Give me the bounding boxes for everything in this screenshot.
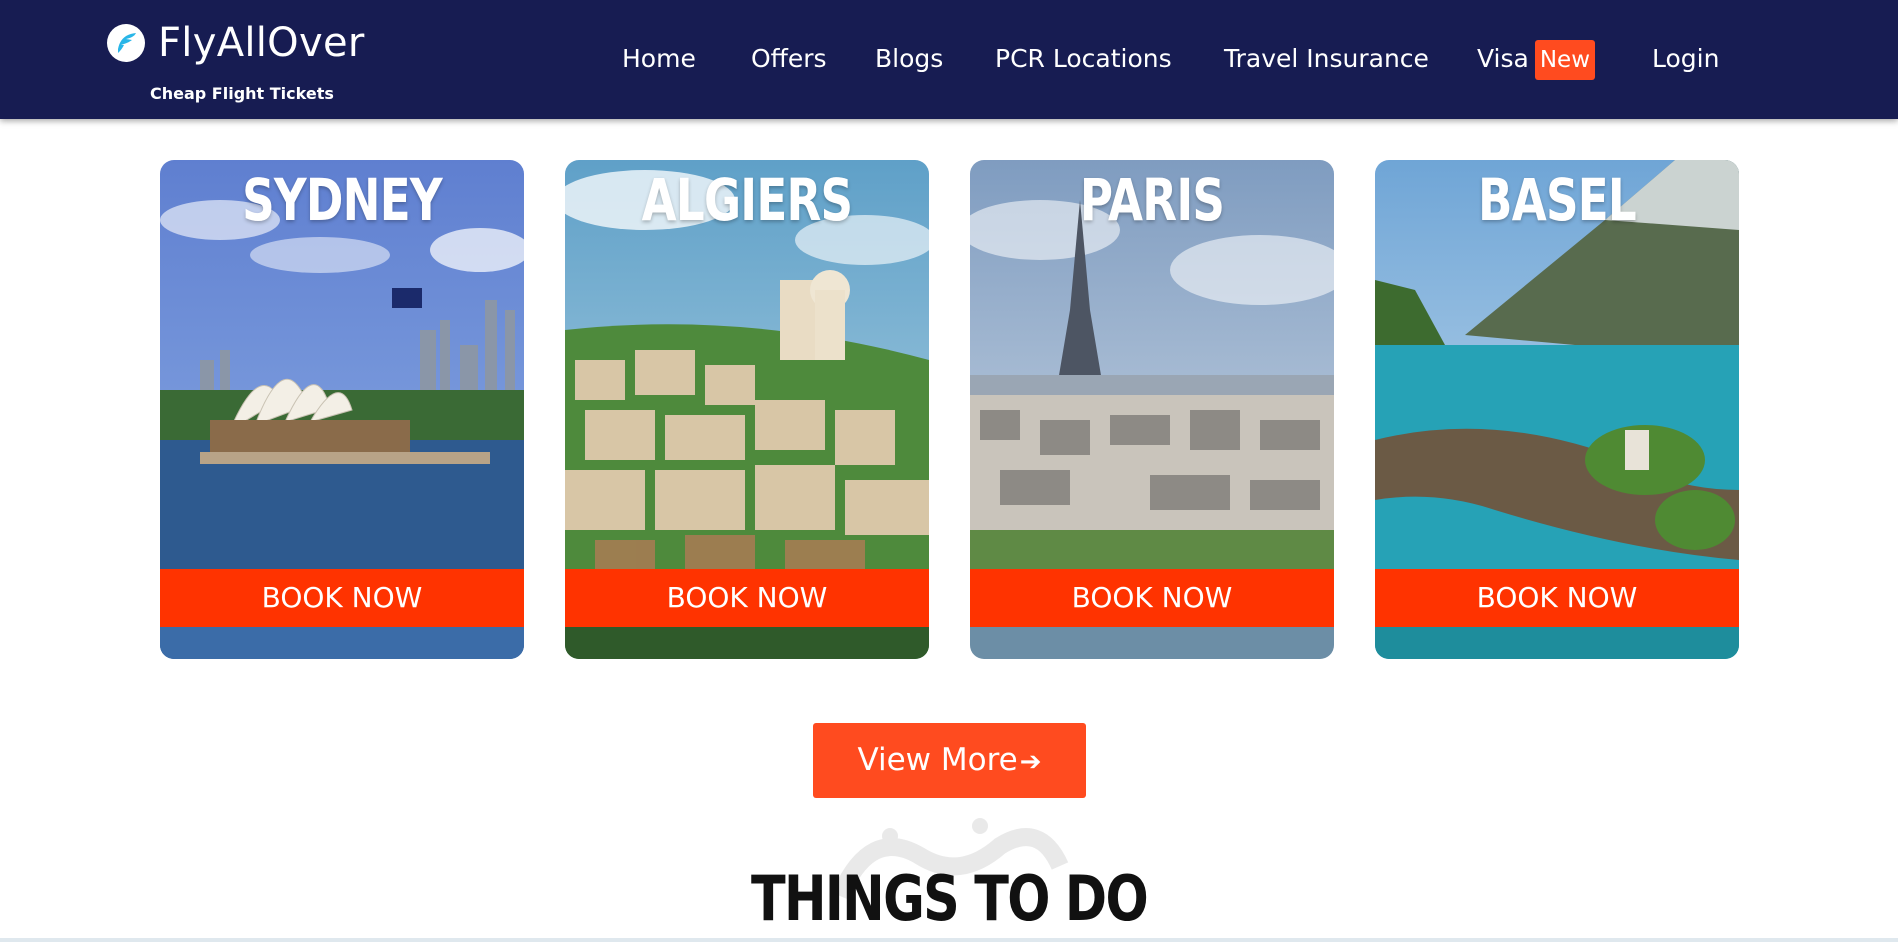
new-badge: New xyxy=(1534,40,1596,80)
nav-pcr-locations[interactable]: PCR Locations xyxy=(995,38,1172,80)
city-title: SYDNEY xyxy=(242,166,443,234)
main-nav: Home Offers Blogs PCR Locations Travel I… xyxy=(0,38,1898,80)
city-title: PARIS xyxy=(1079,166,1225,234)
site-header: FlyAllOver Cheap Flight Tickets Home Off… xyxy=(0,0,1898,119)
nav-travel-insurance[interactable]: Travel Insurance xyxy=(1224,38,1429,80)
destination-card-basel[interactable]: BASEL BOOK NOW xyxy=(1375,160,1739,659)
nav-home[interactable]: Home xyxy=(622,38,696,80)
book-now-button[interactable]: BOOK NOW xyxy=(565,569,929,627)
nav-login[interactable]: Login xyxy=(1652,38,1719,80)
divider xyxy=(0,938,1898,942)
book-now-button[interactable]: BOOK NOW xyxy=(1375,569,1739,627)
city-title: BASEL xyxy=(1478,166,1637,234)
arrow-right-icon: ➔ xyxy=(1019,747,1042,777)
nav-blogs[interactable]: Blogs xyxy=(875,38,943,80)
destination-card-sydney[interactable]: SYDNEY BOOK NOW xyxy=(160,160,524,659)
nav-visa[interactable]: Visa New xyxy=(1477,38,1596,80)
things-to-do-heading: THINGS TO DO xyxy=(750,862,1149,935)
view-more-button[interactable]: View More➔ xyxy=(813,723,1086,798)
destination-card-algiers[interactable]: ALGIERS BOOK NOW xyxy=(565,160,929,659)
nav-visa-label: Visa xyxy=(1477,44,1529,73)
view-more-label: View More xyxy=(857,742,1018,778)
city-title: ALGIERS xyxy=(641,166,853,234)
book-now-button[interactable]: BOOK NOW xyxy=(970,569,1334,627)
brand-tagline: Cheap Flight Tickets xyxy=(150,84,334,103)
nav-offers[interactable]: Offers xyxy=(751,38,827,80)
destination-card-paris[interactable]: PARIS BOOK NOW xyxy=(970,160,1334,659)
book-now-button[interactable]: BOOK NOW xyxy=(160,569,524,627)
